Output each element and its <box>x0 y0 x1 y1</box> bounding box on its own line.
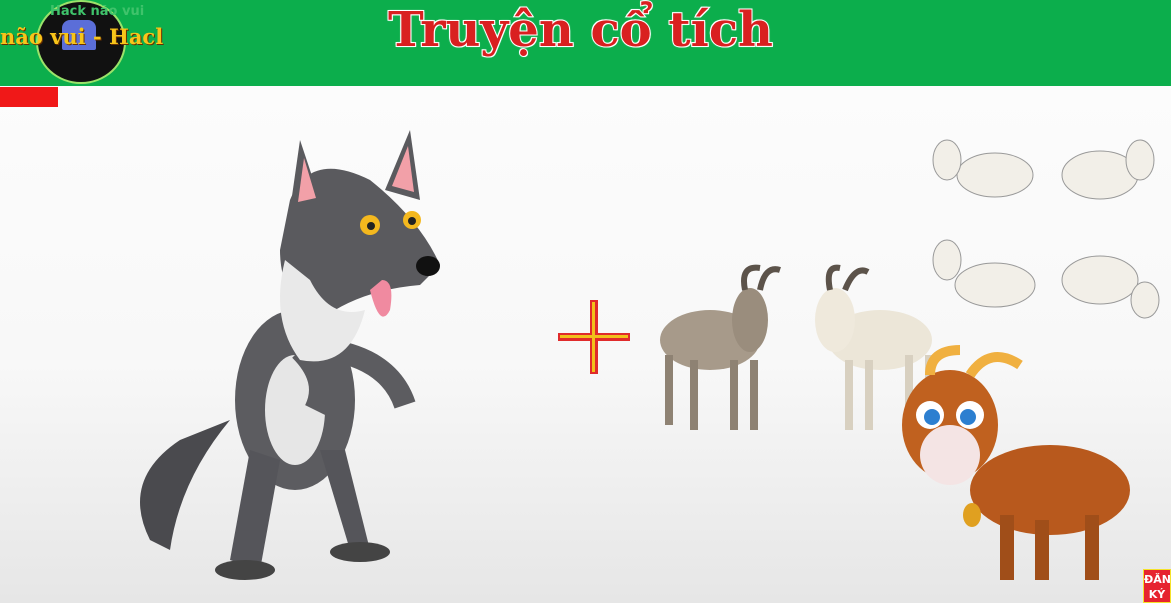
grey-goat-illustration <box>660 264 781 430</box>
wolf-illustration <box>140 130 440 580</box>
subscribe-button[interactable]: ĐĂN KÝ <box>1143 569 1171 603</box>
subscribe-line1: ĐĂN <box>1144 573 1171 586</box>
brown-goat-illustration <box>902 345 1130 580</box>
header-banner: Hack não vui não vui - Hacl Truyện cổ tí… <box>0 0 1171 86</box>
white-goat-poses <box>932 139 1160 319</box>
marquee-text: não vui - Hacl <box>0 24 164 49</box>
subscribe-line2: KÝ <box>1148 588 1166 601</box>
page-title: Truyện cổ tích <box>387 1 774 59</box>
progress-bar <box>0 87 58 107</box>
plus-icon <box>558 300 630 374</box>
logo-text: Hack não vui <box>50 4 145 19</box>
